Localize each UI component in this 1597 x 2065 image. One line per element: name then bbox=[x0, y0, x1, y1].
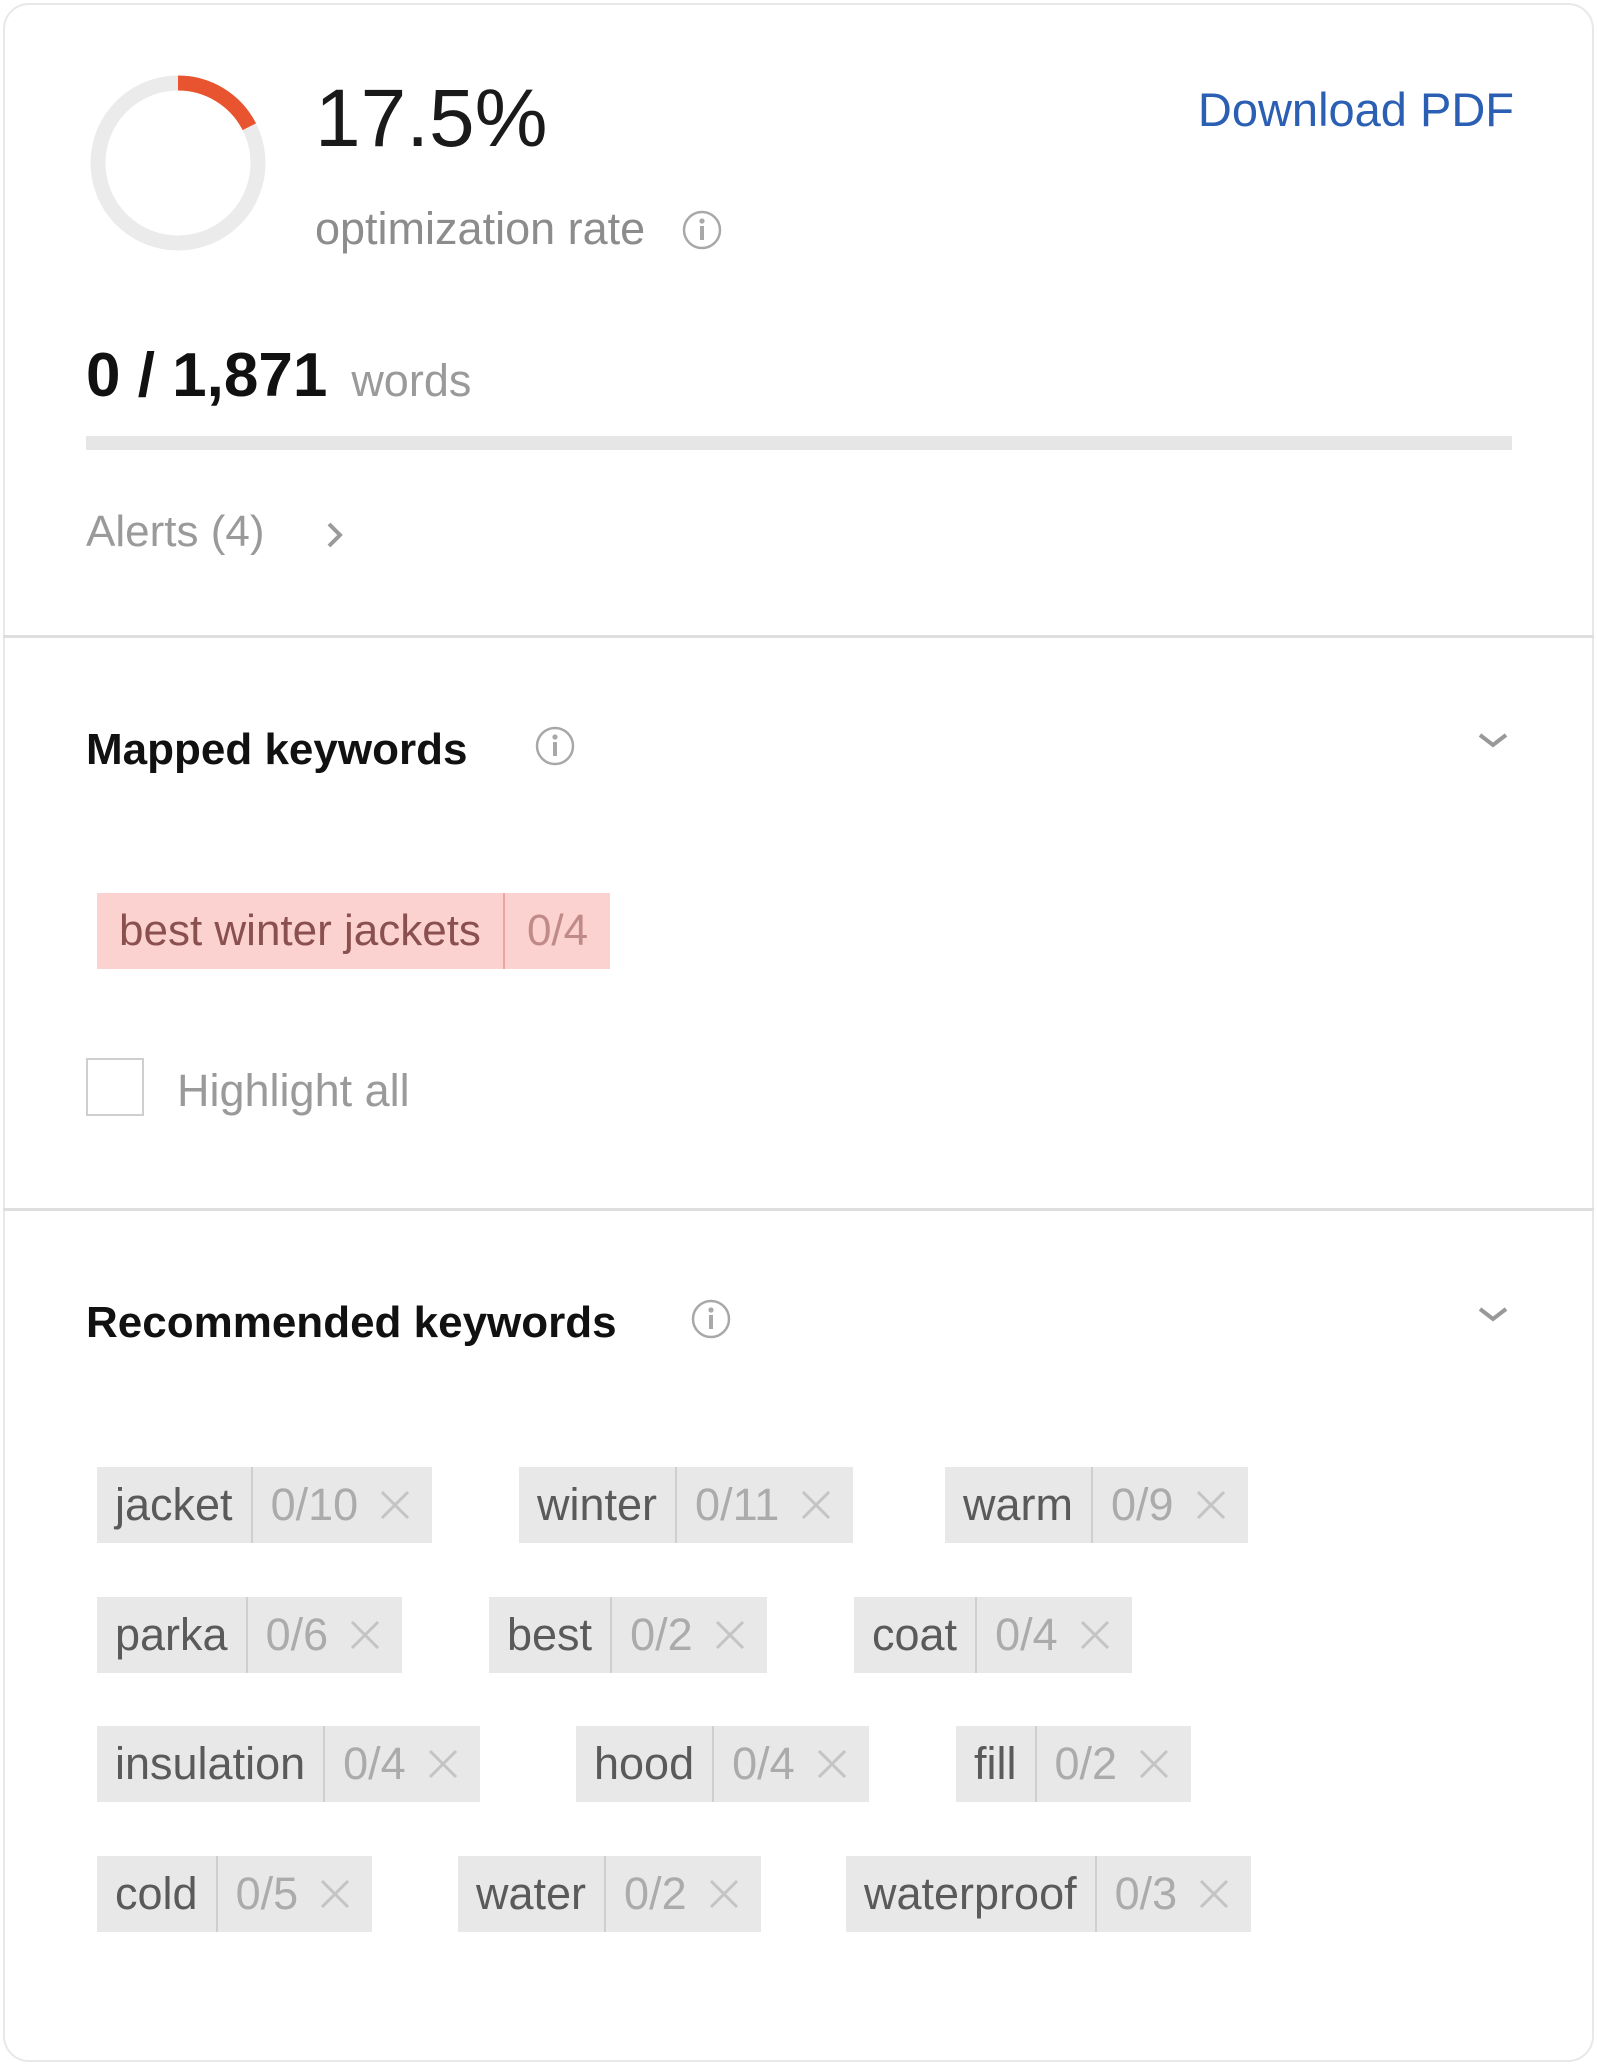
keyword-count: 0/6 bbox=[265, 1609, 329, 1660]
keyword-count: 0/5 bbox=[235, 1868, 299, 1919]
close-icon[interactable] bbox=[813, 1745, 851, 1783]
close-icon[interactable] bbox=[316, 1875, 354, 1913]
section-divider bbox=[3, 1208, 1594, 1211]
recommended-keyword-chip[interactable]: insulation 0/4 bbox=[97, 1726, 480, 1802]
recommended-keyword-chip[interactable]: winter 0/11 bbox=[519, 1467, 854, 1543]
recommended-keyword-chip[interactable]: cold 0/5 bbox=[97, 1856, 373, 1932]
recommended-keyword-chip[interactable]: fill 0/2 bbox=[956, 1726, 1192, 1802]
keyword-label: best bbox=[489, 1597, 613, 1673]
recommended-keyword-chip[interactable]: jacket 0/10 bbox=[97, 1467, 433, 1543]
word-count: 0 / 1,871 words bbox=[86, 345, 471, 407]
recommended-keyword-chip[interactable]: waterproof 0/3 bbox=[846, 1856, 1252, 1932]
optimization-rate-value: 17.5% bbox=[315, 73, 548, 164]
keyword-count: 0/9 bbox=[1111, 1479, 1174, 1530]
word-count-value: 0 / 1,871 bbox=[86, 341, 328, 410]
keyword-label: jacket bbox=[97, 1467, 253, 1543]
recommended-keywords-title: Recommended keywords bbox=[86, 1298, 617, 1347]
keyword-count: 0/4 bbox=[343, 1738, 406, 1789]
keyword-count: 0/2 bbox=[1054, 1738, 1118, 1789]
close-icon[interactable] bbox=[376, 1486, 414, 1524]
keyword-label: insulation bbox=[97, 1726, 326, 1802]
keyword-label: coat bbox=[854, 1597, 978, 1673]
close-icon[interactable] bbox=[1192, 1486, 1230, 1524]
keyword-count: 0/2 bbox=[624, 1868, 687, 1919]
keyword-count: 0/4 bbox=[995, 1609, 1058, 1660]
highlight-all-checkbox[interactable] bbox=[86, 1058, 144, 1116]
keyword-label: fill bbox=[956, 1726, 1037, 1802]
recommended-keyword-chip[interactable]: warm 0/9 bbox=[945, 1467, 1248, 1543]
word-progress-bar bbox=[86, 436, 1512, 450]
optimization-rate-label: optimization rate bbox=[315, 203, 646, 254]
mapped-keywords-title: Mapped keywords bbox=[86, 725, 468, 774]
keyword-label: waterproof bbox=[846, 1856, 1097, 1932]
chevron-down-icon[interactable] bbox=[1476, 730, 1510, 750]
close-icon[interactable] bbox=[1135, 1745, 1173, 1783]
optimization-gauge bbox=[90, 75, 266, 251]
chevron-down-icon[interactable] bbox=[1476, 1304, 1510, 1324]
keyword-label: hood bbox=[576, 1726, 715, 1802]
chevron-right-icon[interactable] bbox=[324, 518, 346, 552]
keyword-label: water bbox=[458, 1856, 607, 1932]
recommended-keyword-chip[interactable]: water 0/2 bbox=[458, 1856, 761, 1932]
download-pdf-link[interactable]: Download PDF bbox=[1198, 86, 1514, 133]
keyword-count: 0/10 bbox=[270, 1479, 359, 1530]
close-icon[interactable] bbox=[1076, 1616, 1114, 1654]
keyword-label: warm bbox=[945, 1467, 1093, 1543]
close-icon[interactable] bbox=[711, 1616, 749, 1654]
mapped-keyword-chip[interactable]: best winter jackets 0/4 bbox=[97, 893, 611, 969]
keyword-label: cold bbox=[97, 1856, 218, 1932]
info-icon[interactable] bbox=[681, 209, 723, 251]
recommended-keyword-chip[interactable]: coat 0/4 bbox=[854, 1597, 1132, 1673]
close-icon[interactable] bbox=[424, 1745, 462, 1783]
close-icon[interactable] bbox=[1195, 1875, 1233, 1913]
keyword-label: winter bbox=[519, 1467, 678, 1543]
highlight-all-label: Highlight all bbox=[177, 1065, 410, 1116]
keyword-count: 0/4 bbox=[732, 1738, 795, 1789]
section-divider bbox=[3, 635, 1594, 638]
keyword-count: 0/3 bbox=[1114, 1868, 1178, 1919]
keyword-label: parka bbox=[97, 1597, 248, 1673]
info-icon[interactable] bbox=[690, 1298, 732, 1340]
recommended-keyword-chip[interactable]: parka 0/6 bbox=[97, 1597, 403, 1673]
recommended-keyword-chip[interactable]: best 0/2 bbox=[489, 1597, 767, 1673]
close-icon[interactable] bbox=[346, 1616, 384, 1654]
keyword-count: 0/4 bbox=[526, 906, 589, 955]
alerts-link[interactable]: Alerts (4) bbox=[86, 510, 264, 554]
info-icon[interactable] bbox=[534, 725, 576, 767]
close-icon[interactable] bbox=[705, 1875, 743, 1913]
keyword-label: best winter jackets bbox=[97, 893, 505, 969]
word-count-unit: words bbox=[351, 355, 472, 406]
close-icon[interactable] bbox=[797, 1486, 835, 1524]
keyword-count: 0/2 bbox=[630, 1609, 693, 1660]
recommended-keyword-chip[interactable]: hood 0/4 bbox=[576, 1726, 869, 1802]
keyword-count: 0/11 bbox=[695, 1479, 780, 1530]
